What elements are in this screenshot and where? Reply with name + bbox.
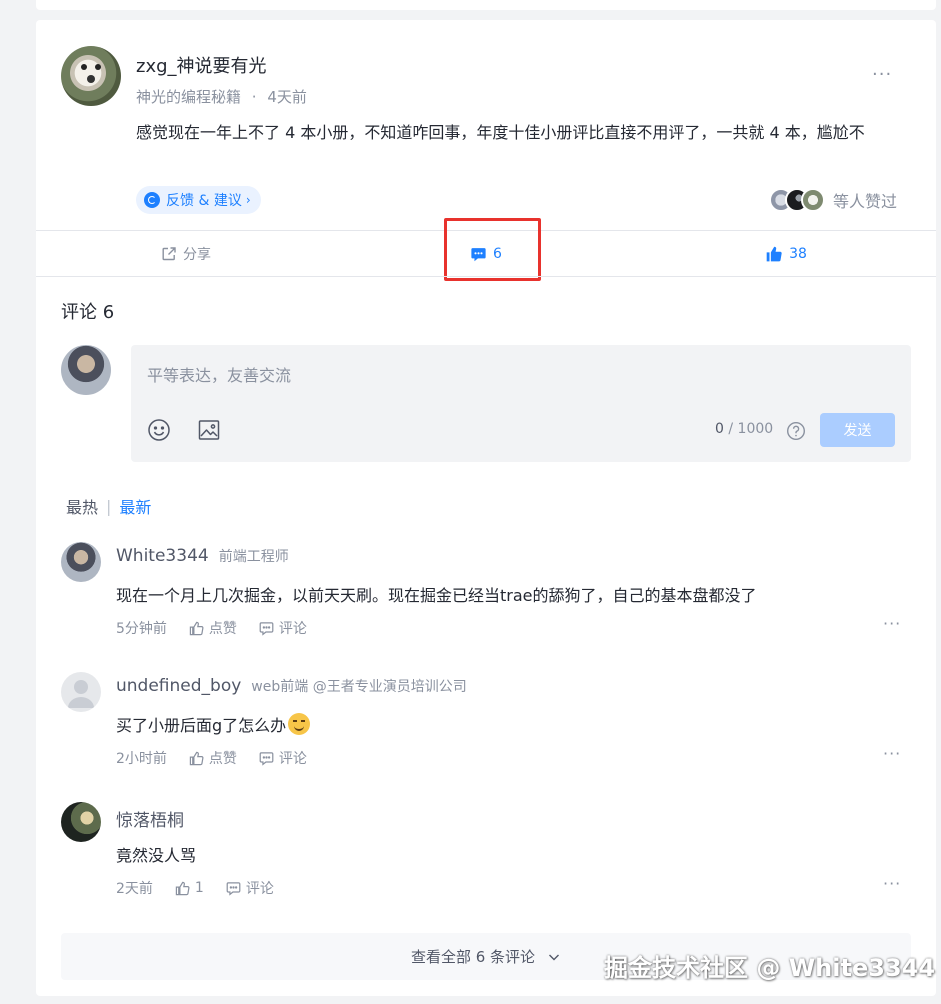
- chevron-right-icon: ›: [245, 193, 251, 207]
- comment-time: 2天前: [116, 881, 153, 897]
- comment-bubble-icon: [259, 621, 274, 636]
- comment-like-label: 点赞: [208, 621, 237, 637]
- author-name[interactable]: zxg_神说要有光: [136, 52, 267, 78]
- likers-text: 等人赞过: [833, 192, 898, 211]
- comment-text-content: 买了小册后面g了怎么办: [116, 716, 287, 735]
- char-count-max: 1000: [737, 421, 774, 437]
- comment-text: 买了小册后面g了怎么办: [116, 712, 311, 736]
- meta-separator: ·: [251, 88, 257, 106]
- comment-bubble-icon: [226, 881, 241, 896]
- thumbs-up-icon: [189, 621, 204, 635]
- divider: [36, 276, 936, 277]
- post-card: zxg_神说要有光 神光的编程秘籍 · 4天前 ··· 感觉现在一年上不了 4 …: [36, 20, 936, 996]
- comment-item: White3344 前端工程师 现在一个月上几次掘金，以前天天刷。现在掘金已经当t…: [61, 542, 911, 642]
- liker-avatar: [801, 188, 825, 212]
- commenter-avatar[interactable]: [61, 802, 101, 842]
- comment-meta: 2天前 1 评论: [116, 878, 274, 898]
- share-button[interactable]: 分享: [36, 231, 336, 277]
- previous-card: [36, 0, 936, 10]
- commenter-name-line: 惊落梧桐: [116, 806, 184, 831]
- commenter-avatar[interactable]: [61, 672, 101, 712]
- author-column[interactable]: 神光的编程秘籍: [136, 88, 241, 106]
- comment-more-button[interactable]: ···: [883, 744, 901, 763]
- comment-like-button[interactable]: 点赞: [189, 748, 237, 768]
- comment-more-button[interactable]: ···: [883, 874, 901, 893]
- share-icon: [162, 247, 176, 261]
- image-icon[interactable]: [197, 418, 221, 442]
- comment-meta: 5分钟前 点赞 评论: [116, 618, 307, 638]
- comment-editor: 0 / 1000 发送: [131, 345, 911, 462]
- default-avatar-icon: [68, 680, 94, 708]
- comment-reply-label: 评论: [278, 751, 307, 767]
- comment-text: 现在一个月上几次掘金，以前天天刷。现在掘金已经当trae的舔狗了，自己的基本盘都…: [116, 586, 757, 605]
- author-avatar[interactable]: [61, 46, 121, 106]
- commenter-name[interactable]: White3344: [116, 546, 209, 566]
- watermark: 掘金技术社区 @ White3344: [604, 954, 936, 982]
- comment-time: 2小时前: [116, 751, 167, 767]
- smiley-icon[interactable]: [147, 418, 171, 442]
- char-count-separator: /: [723, 421, 738, 437]
- comment-like-button[interactable]: 点赞: [189, 618, 237, 638]
- comment-highlight-box: [444, 218, 541, 281]
- topic-tag[interactable]: 反馈 & 建议 ›: [136, 186, 261, 214]
- sort-new-tab[interactable]: 最新: [119, 494, 151, 518]
- commenter-name[interactable]: 惊落梧桐: [116, 811, 184, 831]
- comment-reply-button[interactable]: 评论: [259, 618, 307, 638]
- sort-bar: 最热 | 最新: [66, 494, 151, 518]
- current-user-avatar[interactable]: [61, 345, 111, 395]
- comment-time: 5分钟前: [116, 621, 167, 637]
- thumbs-up-icon: [189, 751, 204, 765]
- thumbs-up-icon: [766, 246, 782, 262]
- comments-title: 评论 6: [61, 302, 115, 323]
- commenter-name-line: White3344 前端工程师: [116, 546, 289, 566]
- topic-tag-label: 反馈 & 建议: [166, 193, 242, 209]
- sort-hot-tab[interactable]: 最热: [66, 494, 98, 518]
- comment-like-label: 点赞: [208, 751, 237, 767]
- view-all-label: 查看全部 6 条评论: [410, 948, 536, 966]
- comment-more-button[interactable]: ···: [883, 614, 901, 633]
- comment-reply-label: 评论: [245, 881, 274, 897]
- question-icon[interactable]: [786, 421, 806, 441]
- comment-text: 竟然没人骂: [116, 846, 197, 865]
- comment-reply-button[interactable]: 评论: [259, 748, 307, 768]
- smirk-emoji-icon: [288, 713, 311, 735]
- commenter-title: web前端 @王者专业演员培训公司: [251, 679, 467, 695]
- sort-separator: |: [106, 496, 112, 516]
- feedback-icon: [144, 192, 160, 208]
- comment-input[interactable]: [131, 345, 911, 405]
- post-text: 感觉现在一年上不了 4 本小册，不知道咋回事，年度十佳小册评比直接不用评了，一共…: [136, 123, 865, 142]
- post-more-button[interactable]: ···: [872, 64, 892, 85]
- share-label: 分享: [183, 247, 211, 263]
- likers-group[interactable]: 等人赞过: [769, 186, 897, 214]
- author-meta: 神光的编程秘籍 · 4天前: [136, 86, 307, 107]
- char-count-current: 0: [715, 421, 724, 437]
- comment-item: undefined_boy web前端 @王者专业演员培训公司 买了小册后面g了怎…: [61, 672, 911, 772]
- send-button[interactable]: 发送: [820, 413, 895, 447]
- commenter-title: 前端工程师: [218, 549, 289, 565]
- char-count: 0 / 1000: [715, 421, 773, 437]
- commenter-name[interactable]: undefined_boy: [116, 676, 241, 696]
- chevron-down-icon: [549, 954, 560, 960]
- comment-meta: 2小时前 点赞 评论: [116, 748, 307, 768]
- like-button[interactable]: 38: [636, 231, 936, 277]
- thumbs-up-icon: [175, 881, 190, 895]
- comment-reply-button[interactable]: 评论: [226, 878, 274, 898]
- comment-reply-label: 评论: [278, 621, 307, 637]
- commenter-name-line: undefined_boy web前端 @王者专业演员培训公司: [116, 676, 467, 696]
- comment-like-label: 1: [194, 880, 204, 896]
- commenter-avatar[interactable]: [61, 542, 101, 582]
- post-time: 4天前: [267, 88, 307, 106]
- comment-bubble-icon: [259, 751, 274, 766]
- comment-like-button[interactable]: 1: [175, 880, 204, 896]
- comment-item: 惊落梧桐 竟然没人骂 2天前 1 评论 ···: [61, 802, 911, 902]
- like-count: 38: [789, 246, 807, 262]
